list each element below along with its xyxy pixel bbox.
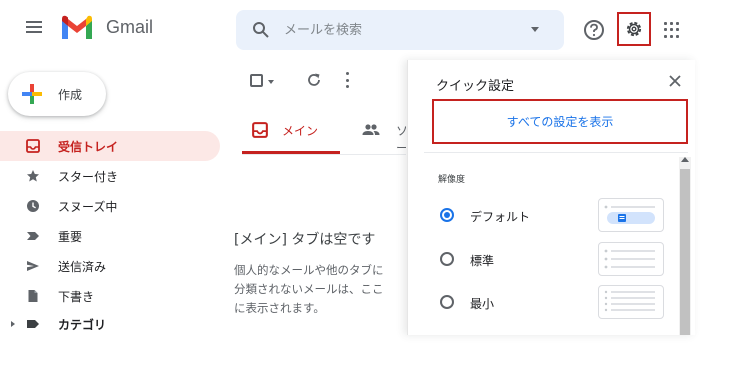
draft-icon bbox=[26, 289, 40, 303]
select-caret-icon[interactable] bbox=[268, 80, 274, 84]
search-bar[interactable] bbox=[236, 10, 564, 50]
tab-social[interactable]: ソーシャル bbox=[362, 108, 406, 154]
gmail-wordmark: Gmail bbox=[106, 17, 154, 37]
sidebar-item-label: 下書き bbox=[58, 289, 95, 304]
divider bbox=[424, 152, 688, 153]
quick-settings-scrollbar[interactable] bbox=[679, 157, 691, 335]
compose-plus-icon bbox=[22, 84, 42, 104]
compose-button[interactable]: 作成 bbox=[8, 72, 106, 116]
inbox-icon bbox=[26, 139, 40, 153]
sidebar-item-snoozed[interactable]: スヌーズ中 bbox=[0, 191, 220, 221]
empty-state-text: 分類されないメールは、ここ bbox=[234, 282, 384, 296]
caret-down-icon[interactable] bbox=[531, 27, 539, 32]
apps-grid-icon[interactable] bbox=[664, 22, 680, 38]
sidebar-item-label: 重要 bbox=[58, 229, 83, 244]
search-icon[interactable] bbox=[252, 21, 270, 39]
quick-settings-panel: クイック設定 すべての設定を表示 解像度 デフォルト 標準 最小 bbox=[407, 60, 695, 335]
option-label: デフォルト bbox=[470, 210, 531, 224]
quick-settings-title: クイック設定 bbox=[436, 79, 515, 94]
tab-label: メイン bbox=[282, 124, 319, 138]
sidebar-item-label: 送信済み bbox=[58, 259, 107, 274]
option-label: 最小 bbox=[470, 297, 495, 311]
tab-primary[interactable]: メイン bbox=[242, 108, 340, 154]
close-icon[interactable] bbox=[668, 74, 682, 88]
empty-state-text: に表示されます。 bbox=[234, 301, 325, 315]
empty-state-text: 個人的なメールや他のタブに bbox=[234, 263, 384, 277]
tab-label: ソーシャル bbox=[396, 124, 406, 154]
people-icon bbox=[362, 122, 380, 142]
expand-arrow-icon[interactable] bbox=[11, 321, 15, 327]
main-menu-button[interactable] bbox=[22, 18, 46, 42]
search-input[interactable] bbox=[284, 10, 514, 50]
tab-divider bbox=[242, 154, 406, 155]
send-icon bbox=[26, 259, 40, 273]
settings-button[interactable] bbox=[617, 12, 651, 46]
radio-button[interactable] bbox=[440, 252, 454, 266]
refresh-icon[interactable] bbox=[306, 72, 322, 88]
sidebar-item-sent[interactable]: 送信済み bbox=[0, 251, 220, 281]
inbox-icon bbox=[252, 122, 268, 142]
more-vert-icon[interactable] bbox=[346, 72, 350, 88]
empty-state-title: [メイン] タブは空です bbox=[234, 232, 376, 248]
sidebar-item-starred[interactable]: スター付き bbox=[0, 161, 220, 191]
density-preview-comfortable bbox=[598, 242, 664, 276]
density-option-comfortable[interactable]: 標準 bbox=[436, 242, 666, 278]
see-all-settings-button[interactable]: すべての設定を表示 bbox=[432, 99, 688, 144]
density-preview-default bbox=[598, 198, 664, 232]
sidebar-item-categories[interactable]: カテゴリ bbox=[0, 309, 220, 339]
label-icon bbox=[26, 317, 40, 331]
important-icon bbox=[26, 229, 40, 243]
compose-label: 作成 bbox=[58, 87, 83, 102]
clock-icon bbox=[26, 199, 40, 213]
radio-button[interactable] bbox=[440, 295, 454, 309]
scroll-up-icon[interactable] bbox=[681, 157, 689, 162]
gmail-m-icon[interactable] bbox=[60, 15, 94, 41]
option-label: 標準 bbox=[470, 254, 495, 268]
density-option-default[interactable]: デフォルト bbox=[436, 198, 666, 234]
gear-icon bbox=[626, 21, 642, 37]
sidebar-item-label: スヌーズ中 bbox=[58, 199, 118, 214]
sidebar-item-label: スター付き bbox=[58, 169, 119, 184]
sidebar-item-drafts[interactable]: 下書き bbox=[0, 281, 220, 311]
sidebar-item-important[interactable]: 重要 bbox=[0, 221, 220, 251]
star-icon bbox=[26, 169, 40, 183]
sidebar-item-label: カテゴリ bbox=[58, 317, 107, 332]
sidebar-item-inbox[interactable]: 受信トレイ bbox=[0, 131, 220, 161]
select-all-checkbox[interactable] bbox=[250, 74, 263, 87]
density-preview-compact bbox=[598, 285, 664, 319]
density-option-compact[interactable]: 最小 bbox=[436, 285, 666, 321]
density-section-label: 解像度 bbox=[438, 175, 466, 185]
scroll-thumb[interactable] bbox=[680, 169, 690, 335]
radio-button[interactable] bbox=[440, 208, 454, 222]
help-icon[interactable] bbox=[583, 19, 605, 41]
hamburger-icon bbox=[26, 21, 42, 23]
sidebar-item-label: 受信トレイ bbox=[58, 139, 119, 154]
